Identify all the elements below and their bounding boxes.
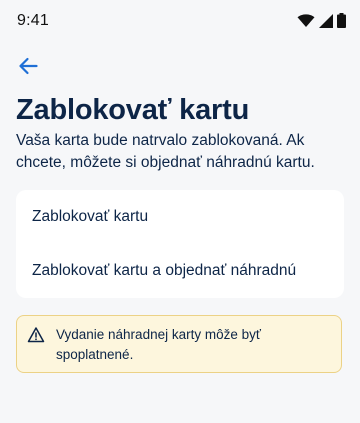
wifi-icon [297, 13, 315, 27]
page-subtitle: Vaša karta bude natrvalo zablokovaná. Ak… [16, 132, 315, 171]
status-icons [297, 13, 346, 28]
page-title: Zablokovať kartu [16, 94, 250, 126]
warning-triangle-icon [27, 327, 45, 343]
block-card-option[interactable]: Zablokovať kartu [32, 208, 148, 226]
status-time: 9:41 [17, 12, 49, 29]
warning-banner: Vydanie náhradnej karty môže byť spoplat… [16, 315, 342, 373]
warning-text: Vydanie náhradnej karty môže byť spoplat… [56, 327, 261, 362]
back-button[interactable] [16, 54, 40, 78]
cellular-signal-icon [319, 13, 333, 28]
block-and-replace-card-option[interactable]: Zablokovať kartu a objednať náhradnú [32, 262, 296, 280]
options-card: Zablokovať kartu Zablokovať kartu a obje… [16, 190, 344, 298]
battery-icon [337, 13, 346, 28]
status-bar: 9:41 [0, 0, 360, 44]
arrow-left-icon [19, 57, 38, 75]
